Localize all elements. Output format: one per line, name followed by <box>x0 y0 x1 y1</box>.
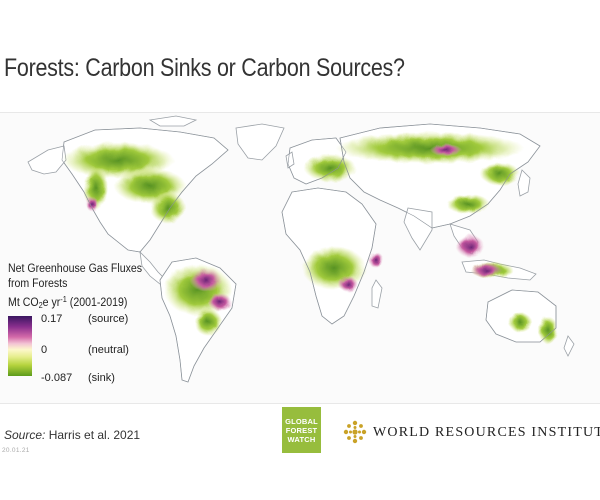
world-map <box>27 115 575 383</box>
page-title: Forests: Carbon Sinks or Carbon Sources? <box>4 54 405 82</box>
source-credit: Source: Harris et al. 2021 <box>4 428 140 442</box>
legend-tick-value-source: 0.17 <box>41 313 63 325</box>
legend-title-line2: from Forests <box>8 278 68 290</box>
legend-tick-label-neutral: (neutral) <box>88 344 129 356</box>
new-zealand <box>563 335 575 357</box>
global-forest-watch-logo: GLOBAL FOREST WATCH <box>282 407 321 453</box>
gfw-logo-line3: WATCH <box>287 434 316 444</box>
legend-color-ramp <box>8 316 32 376</box>
map-legend: Net Greenhouse Gas Fluxes from Forests M… <box>8 262 168 384</box>
gfw-logo-line2: FOREST <box>285 425 318 435</box>
arctic-islands <box>148 115 198 127</box>
india <box>403 207 433 251</box>
greenland <box>235 123 285 161</box>
legend-tick-value-sink: -0.087 <box>41 372 73 384</box>
legend-tick-label-source: (source) <box>88 313 129 325</box>
wri-emblem-icon <box>343 420 367 444</box>
legend-tick-value-neutral: 0 <box>41 344 48 356</box>
legend-units: Mt CO2e yr-1 (2001-2019) <box>8 295 128 310</box>
gfw-logo-line1: GLOBAL <box>285 416 318 426</box>
legend-tick-label-sink: (sink) <box>88 372 115 384</box>
alaska <box>27 145 67 175</box>
date-stamp: 20.01.21 <box>2 447 30 454</box>
legend-title-line1: Net Greenhouse Gas Fluxes <box>8 263 143 275</box>
wri-wordmark: WORLD RESOURCES INSTITUTE <box>373 425 600 440</box>
source-text: Harris et al. 2021 <box>48 428 141 442</box>
source-label: Source: <box>4 428 46 442</box>
madagascar <box>371 279 383 309</box>
